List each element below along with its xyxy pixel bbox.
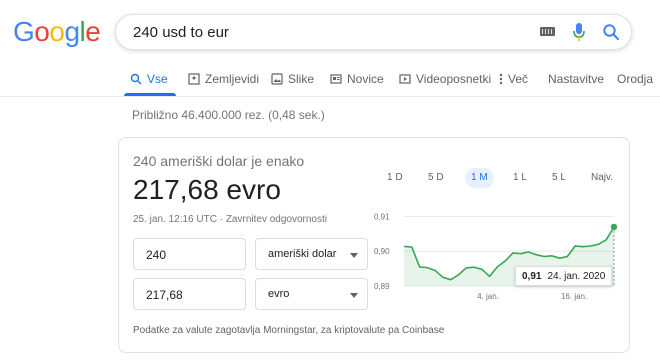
range-max[interactable]: Najv. bbox=[591, 168, 613, 188]
from-currency-select[interactable]: ameriški dolar bbox=[255, 238, 368, 270]
video-icon bbox=[399, 74, 411, 84]
y-tick-label: 0,91 bbox=[374, 212, 390, 221]
tab-more[interactable]: Več bbox=[499, 72, 528, 86]
tab-all[interactable]: Vse bbox=[130, 72, 168, 86]
dropdown-arrow-icon bbox=[350, 253, 358, 258]
chart-tooltip: 0,91 24. jan. 2020 bbox=[515, 266, 613, 286]
tab-videos[interactable]: Videoposnetki bbox=[399, 72, 491, 86]
range-1m[interactable]: 1 M bbox=[465, 168, 494, 188]
range-1d[interactable]: 1 D bbox=[387, 168, 403, 188]
from-amount-input[interactable]: 240 bbox=[133, 238, 246, 270]
result-stats: Približno 46.400.000 rez. (0,48 sek.) bbox=[132, 108, 325, 122]
map-pin-icon bbox=[188, 73, 200, 85]
tab-news[interactable]: Novice bbox=[330, 72, 384, 86]
timestamp-disclaimer[interactable]: 25. jan. 12:16 UTC · Zavrnitev odgovorno… bbox=[133, 214, 327, 225]
range-5y[interactable]: 5 L bbox=[552, 168, 566, 188]
tab-images[interactable]: Slike bbox=[271, 72, 314, 86]
active-tab-indicator bbox=[124, 93, 176, 96]
data-source-note: Podatke za valute zagotavlja Morningstar… bbox=[133, 325, 445, 336]
tab-maps[interactable]: Zemljevidi bbox=[188, 72, 259, 86]
y-tick-label: 0,89 bbox=[374, 282, 390, 291]
search-box[interactable]: 240 usd to eur bbox=[115, 14, 632, 50]
tooltip-date: 24. jan. 2020 bbox=[547, 270, 606, 282]
range-5d[interactable]: 5 D bbox=[428, 168, 444, 188]
to-amount-input[interactable]: 217,68 bbox=[133, 278, 246, 310]
microphone-icon[interactable] bbox=[572, 22, 586, 42]
google-logo[interactable]: Google bbox=[13, 16, 101, 48]
exchange-rate-chart[interactable]: 0,91 0,90 0,89 4. jan. 16. jan. bbox=[374, 201, 619, 306]
keyboard-icon[interactable] bbox=[540, 27, 555, 36]
search-icon bbox=[130, 73, 142, 85]
range-1y[interactable]: 1 L bbox=[513, 168, 527, 188]
more-vert-icon bbox=[499, 73, 503, 85]
image-icon bbox=[271, 73, 283, 85]
series-point bbox=[610, 223, 618, 231]
tab-tools[interactable]: Orodja bbox=[617, 72, 653, 86]
tab-settings[interactable]: Nastavitve bbox=[548, 72, 604, 86]
dropdown-arrow-icon bbox=[350, 293, 358, 298]
x-tick-label: 4. jan. bbox=[477, 292, 499, 301]
search-input[interactable]: 240 usd to eur bbox=[133, 24, 229, 41]
search-tabs: Vse Zemljevidi Slike Novice Videoposnetk… bbox=[0, 60, 660, 97]
currency-converter-card: 240 ameriški dolar je enako 217,68 evro … bbox=[118, 137, 630, 353]
conversion-result: 217,68 evro bbox=[133, 174, 281, 205]
search-icon[interactable] bbox=[602, 23, 620, 41]
x-tick-label: 16. jan. bbox=[561, 292, 587, 301]
tooltip-value: 0,91 bbox=[522, 270, 542, 282]
y-tick-label: 0,90 bbox=[374, 247, 390, 256]
news-icon bbox=[330, 74, 342, 84]
to-currency-select[interactable]: evro bbox=[255, 278, 368, 310]
equals-label: 240 ameriški dolar je enako bbox=[133, 153, 305, 169]
